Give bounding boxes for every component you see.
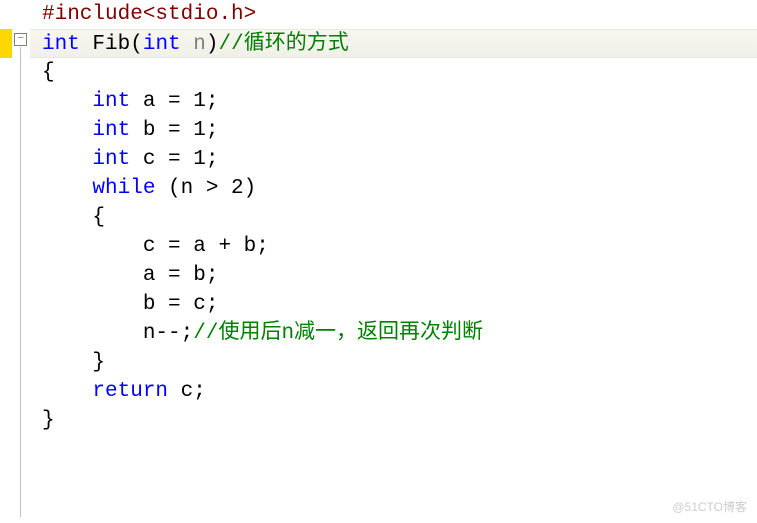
- preprocessor: #include: [42, 3, 143, 26]
- code-line: a = b;: [30, 261, 757, 290]
- code-line: }: [30, 348, 757, 377]
- statement: c = a + b;: [143, 235, 269, 258]
- indent: [42, 235, 143, 258]
- header-name: <stdio.h>: [143, 3, 256, 26]
- indent: [42, 351, 92, 374]
- brace: }: [92, 351, 105, 374]
- comment: //使用后n减一，返回再次判断: [193, 322, 483, 345]
- fold-toggle-icon[interactable]: −: [14, 33, 27, 46]
- indent: [42, 322, 143, 345]
- statement: a = b;: [143, 264, 219, 287]
- code-line: #include<stdio.h>: [30, 0, 757, 29]
- indent: [42, 380, 92, 403]
- code-line: {: [30, 203, 757, 232]
- comment: //循环的方式: [218, 33, 348, 56]
- paren: (: [130, 33, 143, 56]
- gutter: −: [0, 0, 30, 523]
- param: n: [181, 33, 206, 56]
- brace: {: [42, 61, 55, 84]
- fold-guide-line: [20, 47, 21, 517]
- code-line: int c = 1;: [30, 145, 757, 174]
- code-line: int a = 1;: [30, 87, 757, 116]
- keyword: int: [143, 33, 181, 56]
- statement: b = 1;: [130, 119, 218, 142]
- condition: (n > 2): [155, 177, 256, 200]
- keyword: int: [92, 119, 130, 142]
- keyword: int: [92, 148, 130, 171]
- brace: }: [42, 409, 55, 432]
- statement: a = 1;: [130, 90, 218, 113]
- keyword: int: [92, 90, 130, 113]
- change-marker: [0, 29, 12, 58]
- code-line: c = a + b;: [30, 232, 757, 261]
- code-line: int b = 1;: [30, 116, 757, 145]
- indent: [42, 148, 92, 171]
- statement: n--;: [143, 322, 193, 345]
- keyword: return: [92, 380, 168, 403]
- indent: [42, 119, 92, 142]
- indent: [42, 177, 92, 200]
- keyword: while: [92, 177, 155, 200]
- statement: c = 1;: [130, 148, 218, 171]
- indent: [42, 90, 92, 113]
- indent: [42, 206, 92, 229]
- code-line: }: [30, 406, 757, 435]
- code-line-current: int Fib(int n)//循环的方式: [30, 29, 757, 58]
- code-area[interactable]: #include<stdio.h> int Fib(int n)//循环的方式 …: [30, 0, 757, 523]
- watermark: @51CTO博客: [672, 498, 747, 515]
- code-line: {: [30, 58, 757, 87]
- paren: ): [206, 33, 219, 56]
- code-line: b = c;: [30, 290, 757, 319]
- indent: [42, 293, 143, 316]
- function-name: Fib: [80, 33, 130, 56]
- statement: c;: [168, 380, 206, 403]
- code-line: n--;//使用后n减一，返回再次判断: [30, 319, 757, 348]
- code-editor: − #include<stdio.h> int Fib(int n)//循环的方…: [0, 0, 757, 523]
- keyword: int: [42, 33, 80, 56]
- statement: b = c;: [143, 293, 219, 316]
- indent: [42, 264, 143, 287]
- code-line: while (n > 2): [30, 174, 757, 203]
- brace: {: [92, 206, 105, 229]
- code-line: return c;: [30, 377, 757, 406]
